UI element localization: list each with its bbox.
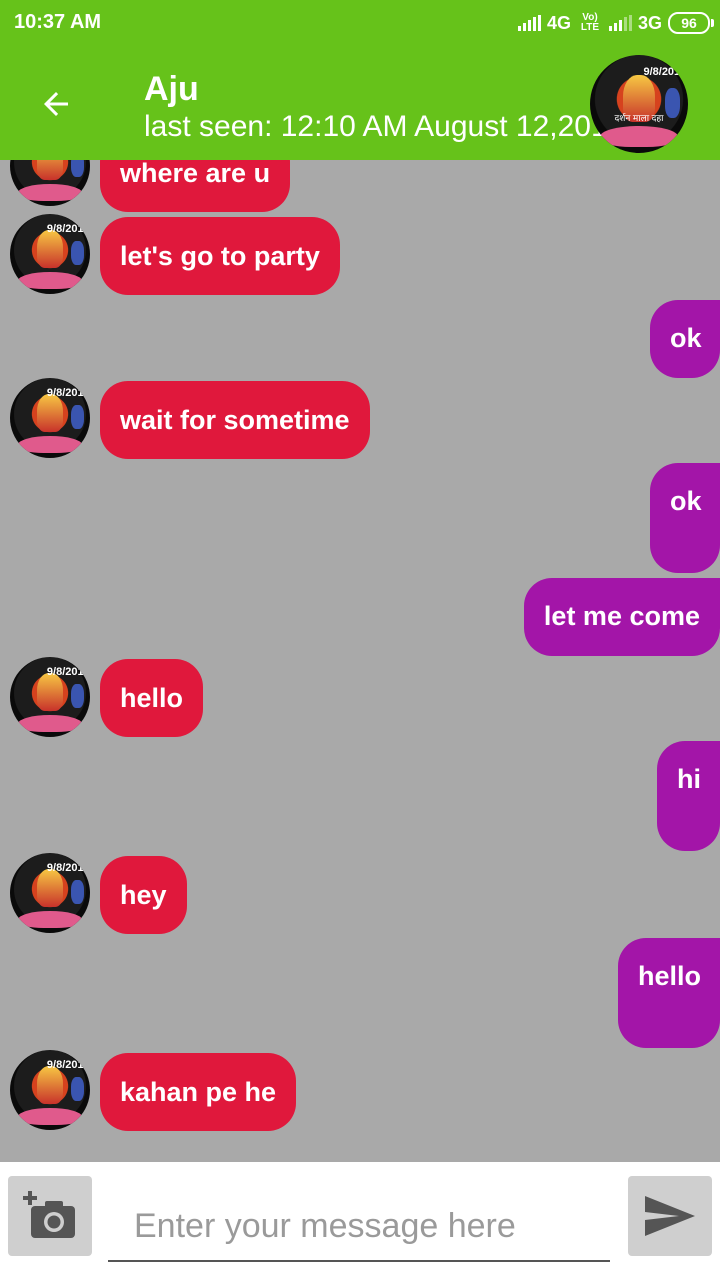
sender-avatar: [10, 160, 90, 206]
incoming-message[interactable]: hey: [100, 856, 187, 934]
chat-header: Aju last seen: 12:10 AM August 12,2019 9…: [0, 48, 720, 160]
sender-avatar: 9/8/201: [10, 853, 90, 933]
outgoing-message[interactable]: let me come: [523, 578, 720, 656]
incoming-message[interactable]: hello: [100, 659, 204, 737]
send-icon: [645, 1196, 695, 1236]
sender-avatar: 9/8/201: [10, 657, 90, 737]
incoming-message[interactable]: where are u: [100, 160, 291, 212]
volte-icon: Vo) LTE: [580, 12, 600, 33]
send-button[interactable]: [628, 1176, 712, 1256]
status-bar: 10:37 AM 4G Vo) LTE 3G 96: [0, 0, 720, 48]
outgoing-message[interactable]: ok: [650, 463, 720, 573]
last-seen-status: last seen: 12:10 AM August 12,2019: [144, 110, 625, 143]
outgoing-message[interactable]: hello: [618, 938, 720, 1048]
outgoing-message[interactable]: ok: [650, 300, 720, 378]
arrow-left-icon: [44, 92, 68, 116]
status-icons: 4G Vo) LTE 3G 96: [517, 10, 714, 36]
contact-name[interactable]: Aju: [144, 70, 199, 109]
signal-icon: [517, 15, 541, 31]
sender-avatar: 9/8/201: [10, 1050, 90, 1130]
status-time: 10:37 AM: [14, 11, 102, 33]
add-photo-camera-icon: [23, 1191, 75, 1238]
incoming-message[interactable]: wait for sometime: [100, 381, 370, 459]
outgoing-message[interactable]: hi: [657, 741, 720, 851]
incoming-message[interactable]: kahan pe he: [100, 1053, 297, 1131]
avatar-caption-text: दर्शन माला दहा: [614, 112, 664, 123]
incoming-message[interactable]: let's go to party: [100, 217, 340, 295]
signal-icon-2: [608, 15, 632, 31]
network-type-1: 4G: [546, 12, 571, 33]
contact-avatar[interactable]: 9/8/201 दर्शन माला दहा: [590, 55, 688, 153]
avatar-date-text: 9/8/201: [643, 65, 681, 78]
back-button[interactable]: [28, 76, 84, 132]
message-list[interactable]: where are u 9/8/201 let's go to party ok…: [0, 160, 720, 1162]
sender-avatar: 9/8/201: [10, 378, 90, 458]
network-type-2: 3G: [637, 12, 662, 33]
sender-avatar: 9/8/201: [10, 214, 90, 294]
battery-icon: 96: [668, 12, 714, 34]
attach-photo-button[interactable]: [8, 1176, 92, 1256]
message-input[interactable]: [108, 1192, 610, 1262]
message-composer: [0, 1162, 720, 1280]
